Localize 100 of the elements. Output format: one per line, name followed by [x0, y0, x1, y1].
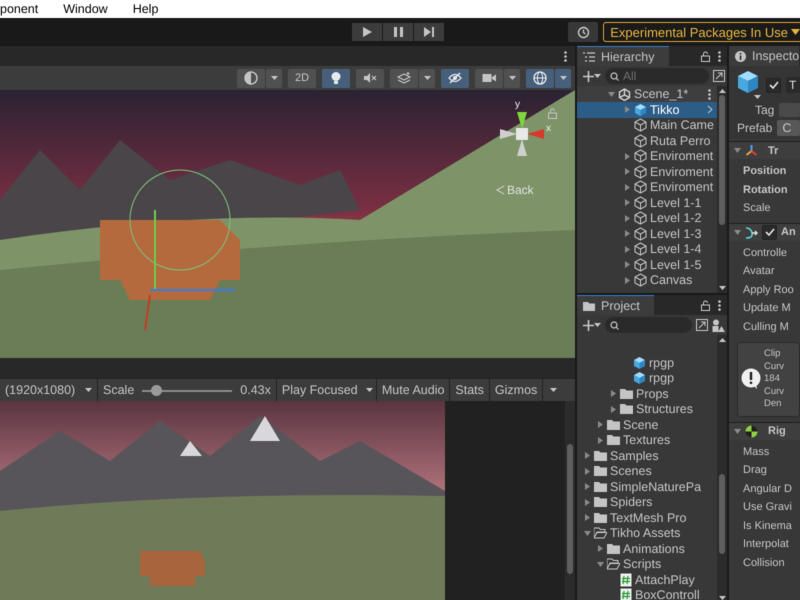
project-item[interactable]: Structures [577, 402, 717, 417]
hierarchy-item[interactable]: Tikko [577, 102, 717, 118]
project-item[interactable]: Animations [577, 541, 717, 556]
expand-arrow-icon[interactable] [610, 390, 617, 398]
checkbox[interactable] [766, 78, 781, 92]
project-item[interactable]: Scene [577, 417, 717, 432]
slider-thumb[interactable] [150, 384, 162, 396]
hierarchy-item[interactable]: Main Came [577, 118, 717, 133]
dropdown-button[interactable] [555, 68, 571, 88]
expand-button[interactable] [696, 319, 708, 331]
expand-arrow-icon[interactable] [624, 184, 631, 191]
panel-tab[interactable]: Hierarchy [577, 46, 668, 66]
lock-icon[interactable] [701, 50, 710, 62]
expand-arrow-icon[interactable] [597, 421, 604, 428]
expand-arrow-icon[interactable] [624, 168, 631, 176]
scroll-down-icon[interactable] [718, 286, 726, 290]
name-field[interactable]: T [786, 77, 800, 93]
project-item[interactable]: Spiders [577, 494, 717, 510]
expand-arrow-icon[interactable] [584, 468, 591, 475]
expand-arrow-icon[interactable] [597, 436, 604, 444]
play-button[interactable] [352, 23, 382, 41]
more-icon[interactable] [718, 300, 721, 310]
draw-mode-toggle[interactable] [237, 68, 265, 88]
cube-icon[interactable] [737, 70, 761, 100]
dropdown-button[interactable] [419, 68, 435, 88]
hierarchy-item[interactable]: Enviroment [577, 164, 717, 180]
project-item[interactable]: Textures [577, 432, 717, 448]
expand-arrow-icon[interactable] [624, 246, 631, 253]
audio-toggle[interactable] [356, 68, 384, 88]
scroll-down-icon[interactable] [718, 596, 726, 600]
project-item[interactable]: Samples [577, 448, 717, 464]
expand-button[interactable] [713, 70, 725, 82]
orientation-gizmo[interactable]: y x [490, 102, 554, 166]
more-icon[interactable] [564, 50, 567, 62]
project-item[interactable]: Scripts [577, 556, 717, 572]
expand-arrow-icon[interactable] [624, 230, 631, 238]
dropdown-button[interactable] [504, 68, 520, 88]
hierarchy-item[interactable]: Ruta Perro [577, 133, 717, 148]
search-field[interactable] [605, 317, 692, 333]
project-item[interactable]: Scenes [577, 464, 717, 479]
hierarchy-item[interactable]: Level 1-5 [577, 257, 717, 272]
scrollbar[interactable] [717, 335, 727, 600]
expand-arrow-icon[interactable] [734, 228, 741, 236]
expand-arrow-icon[interactable] [584, 452, 591, 460]
hierarchy-item[interactable]: Level 1-3 [577, 226, 717, 242]
expand-arrow-icon[interactable] [624, 214, 631, 222]
camera-toggle[interactable] [475, 68, 503, 88]
expand-arrow-icon[interactable] [610, 406, 617, 413]
component-header[interactable]: Tr [729, 141, 800, 159]
expand-arrow-icon[interactable] [608, 90, 615, 98]
project-item[interactable]: BoxControll [577, 588, 717, 600]
hierarchy-item[interactable]: Level 1-2 [577, 210, 717, 226]
panel-tab[interactable]: Project [577, 295, 654, 315]
history-button[interactable] [568, 22, 598, 42]
project-item[interactable]: rpgp [577, 370, 717, 386]
menu-item[interactable]: Window [63, 2, 108, 16]
more-icon[interactable] [708, 88, 711, 100]
expand-arrow-icon[interactable] [734, 147, 741, 154]
expand-arrow-icon[interactable] [584, 498, 591, 506]
expand-arrow-icon[interactable] [624, 276, 631, 284]
gizmos-toggle[interactable] [526, 68, 554, 88]
experimental-packages-button[interactable]: Experimental Packages In Use [603, 22, 800, 42]
expand-arrow-icon[interactable] [597, 560, 604, 568]
menu-item[interactable]: ponent [0, 2, 38, 16]
scrollbar[interactable] [717, 86, 727, 293]
add-button[interactable] [583, 320, 601, 330]
hierarchy-item[interactable]: Level 1-4 [577, 242, 717, 257]
expand-arrow-icon[interactable] [584, 514, 591, 522]
panel-tab[interactable]: Inspecto [729, 46, 800, 66]
dropdown-button[interactable] [266, 68, 282, 88]
project-item[interactable]: AttachPlay [577, 572, 717, 588]
lock-icon[interactable] [701, 300, 710, 310]
step-button[interactable] [414, 23, 444, 41]
2d-toggle[interactable]: 2D [288, 68, 316, 88]
project-item[interactable]: Props [577, 386, 717, 402]
menu-item[interactable]: Help [132, 2, 158, 16]
shapes-filter-icon[interactable] [712, 318, 725, 332]
project-item[interactable]: Tikho Assets [577, 526, 717, 541]
hierarchy-item[interactable]: Enviroment [577, 180, 717, 195]
expand-arrow-icon[interactable] [597, 545, 604, 552]
prefab-button[interactable]: C [777, 120, 800, 136]
effects-toggle[interactable] [390, 68, 418, 88]
expand-arrow-icon[interactable] [624, 152, 631, 160]
expand-arrow-icon[interactable] [584, 483, 591, 490]
add-button[interactable] [583, 70, 601, 82]
scroll-up-icon[interactable] [718, 338, 726, 342]
scrollbar[interactable] [565, 401, 575, 600]
scroll-up-icon[interactable] [718, 89, 726, 93]
component-header[interactable]: An [729, 222, 800, 240]
expand-arrow-icon[interactable] [584, 530, 591, 537]
expand-arrow-icon[interactable] [624, 261, 631, 268]
search-field[interactable]: All [605, 68, 709, 84]
more-icon[interactable] [718, 50, 721, 62]
component-header[interactable]: Rig [729, 422, 800, 440]
project-item[interactable]: TextMesh Pro [577, 510, 717, 526]
expand-arrow-icon[interactable] [624, 199, 631, 206]
project-item[interactable]: SimpleNaturePa [577, 479, 717, 494]
light-toggle[interactable] [322, 68, 350, 88]
expand-arrow-icon[interactable] [734, 428, 741, 434]
hierarchy-item[interactable]: Level 1-1 [577, 195, 717, 210]
